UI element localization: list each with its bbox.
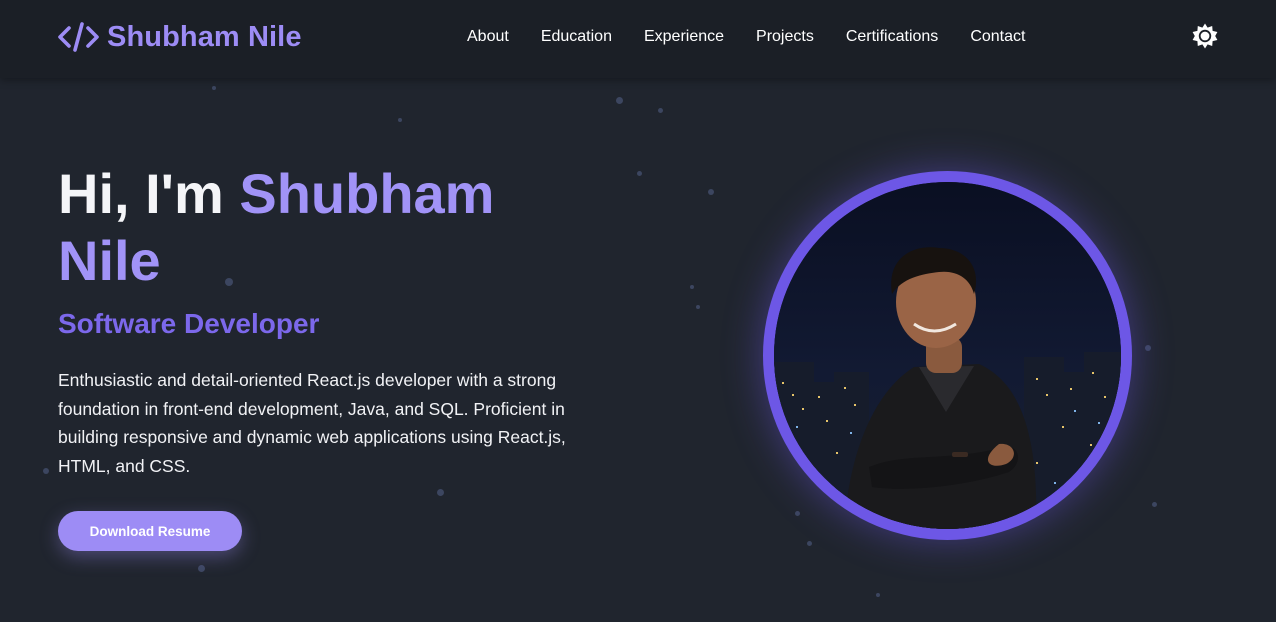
code-brackets-icon xyxy=(58,22,99,52)
profile-photo xyxy=(774,182,1121,529)
nav-item-contact[interactable]: Contact xyxy=(970,27,1025,47)
nav-item-education[interactable]: Education xyxy=(541,27,612,47)
site-header: Shubham Nile About Education Experience … xyxy=(0,0,1276,78)
hero-role: Software Developer xyxy=(58,308,320,339)
sun-icon xyxy=(1192,23,1218,49)
profile-photo-frame xyxy=(763,171,1132,540)
main-nav: About Education Experience Projects Cert… xyxy=(467,27,1025,47)
hero-description: Enthusiastic and detail-oriented React.j… xyxy=(58,370,566,476)
nav-item-projects[interactable]: Projects xyxy=(756,27,814,47)
nav-item-about[interactable]: About xyxy=(467,27,509,47)
brand-logo-link[interactable]: Shubham Nile xyxy=(58,19,302,55)
portfolio-page: Shubham Nile About Education Experience … xyxy=(0,0,1276,622)
download-resume-button[interactable]: Download Resume xyxy=(58,511,242,551)
nav-item-certifications[interactable]: Certifications xyxy=(846,27,938,47)
theme-toggle-button[interactable] xyxy=(1191,22,1219,50)
nav-item-experience[interactable]: Experience xyxy=(644,27,724,47)
hero-title: Hi, I'm Shubham Nile xyxy=(58,160,578,294)
brand-name: Shubham Nile xyxy=(107,20,302,53)
hero-greeting: Hi, I'm xyxy=(58,162,240,225)
